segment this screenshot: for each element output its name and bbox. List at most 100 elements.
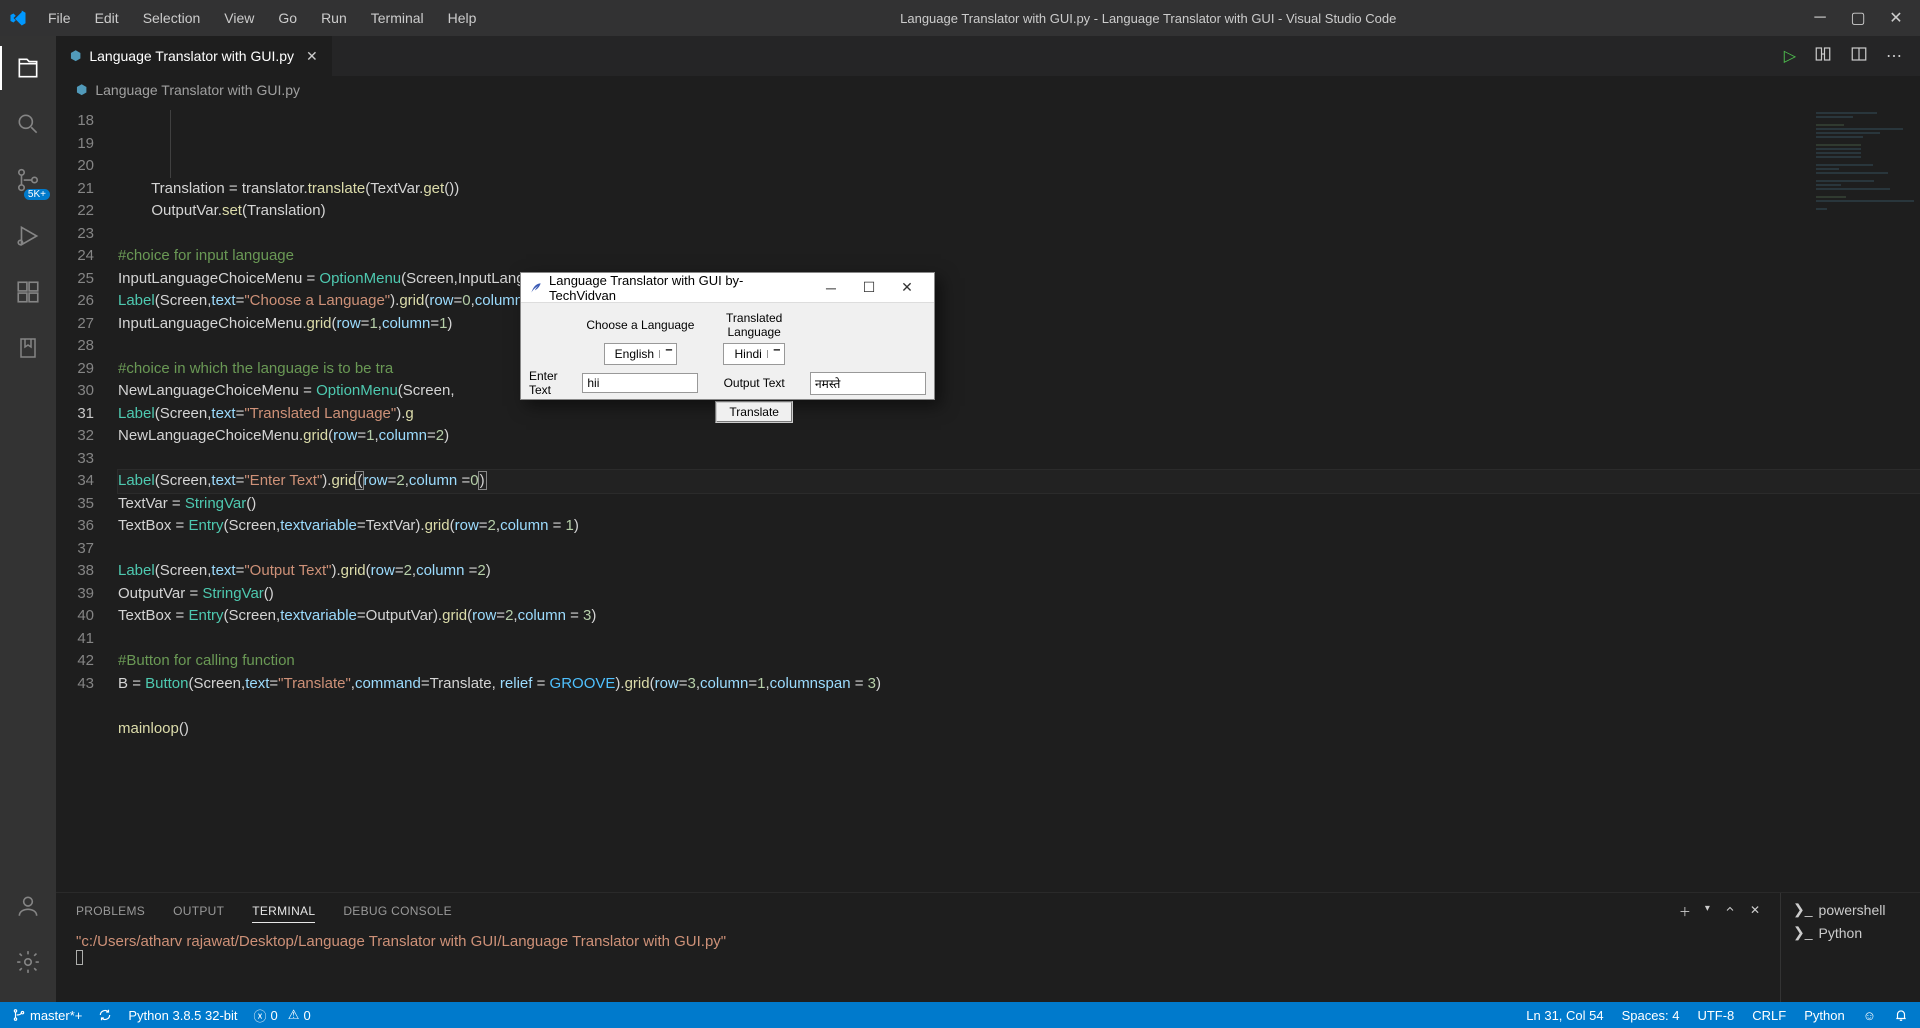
sb-position[interactable]: Ln 31, Col 54	[1526, 1008, 1603, 1023]
code-line[interactable]	[118, 538, 1920, 561]
output-text-label: Output Text	[702, 367, 806, 399]
code-line[interactable]: TextBox = Entry(Screen,textvariable=Text…	[118, 515, 1920, 538]
menu-help[interactable]: Help	[438, 6, 487, 30]
code-line[interactable]: #choice for input language	[118, 245, 1920, 268]
maximize-icon[interactable]: ▢	[1848, 8, 1868, 28]
source-control-icon[interactable]: 5K+	[12, 164, 44, 196]
accounts-icon[interactable]	[12, 890, 44, 922]
code-line[interactable]	[118, 628, 1920, 651]
python-file-icon: ⬢	[70, 48, 81, 64]
code-line[interactable]: InputLanguageChoiceMenu = OptionMenu(Scr…	[118, 268, 1920, 291]
sb-bell-icon[interactable]	[1894, 1008, 1908, 1023]
code-area[interactable]: Translation = translator.translate(TextV…	[118, 104, 1920, 892]
input-text-field[interactable]: hii	[582, 373, 698, 393]
breadcrumb-label: Language Translator with GUI.py	[95, 82, 300, 98]
panel-tab-problems[interactable]: PROBLEMS	[76, 900, 145, 922]
code-line[interactable]: NewLanguageChoiceMenu = OptionMenu(Scree…	[118, 380, 1920, 403]
run-debug-icon[interactable]	[12, 220, 44, 252]
panel-tab-terminal[interactable]: TERMINAL	[252, 900, 315, 923]
code-line[interactable]	[118, 335, 1920, 358]
sb-feedback-icon[interactable]: ☺	[1863, 1008, 1876, 1023]
split-editor-icon[interactable]	[1850, 45, 1868, 68]
terminal-instance[interactable]: ❯_Python	[1793, 924, 1908, 941]
panel-tab-output[interactable]: OUTPUT	[173, 900, 224, 922]
translate-button[interactable]: Translate	[715, 401, 793, 423]
maximize-panel-icon[interactable]	[1724, 903, 1736, 920]
code-line[interactable]: Label(Screen,text="Choose a Language").g…	[118, 290, 1920, 313]
code-line[interactable]: Translation = translator.translate(TextV…	[118, 178, 1920, 201]
sb-language[interactable]: Python	[1804, 1008, 1844, 1023]
terminal-instance[interactable]: ❯_powershell	[1793, 901, 1908, 918]
choose-language-label: Choose a Language	[578, 309, 702, 341]
more-actions-icon[interactable]: ⋯	[1886, 46, 1902, 66]
terminal-list: ❯_powershell ❯_Python	[1780, 893, 1920, 1002]
code-line[interactable]: OutputVar = StringVar()	[118, 583, 1920, 606]
terminal-body[interactable]: "c:/Users/atharv rajawat/Desktop/Languag…	[56, 929, 1780, 1002]
terminal-line: "c:/Users/atharv rajawat/Desktop/Languag…	[76, 933, 1760, 950]
run-icon[interactable]: ▷	[1784, 46, 1796, 66]
code-line[interactable]	[118, 740, 1920, 763]
tab-file[interactable]: ⬢ Language Translator with GUI.py ✕	[56, 36, 333, 76]
settings-gear-icon[interactable]	[12, 946, 44, 978]
sb-sync-icon[interactable]	[98, 1008, 112, 1022]
sb-eol[interactable]: CRLF	[1752, 1008, 1786, 1023]
sb-python[interactable]: Python 3.8.5 32-bit	[128, 1008, 237, 1023]
search-icon[interactable]	[12, 108, 44, 140]
popup-title: Language Translator with GUI by- TechVid…	[549, 273, 812, 303]
output-language-select[interactable]: Hindi ▔	[723, 343, 784, 365]
code-line[interactable]	[118, 695, 1920, 718]
vscode-logo-icon	[8, 8, 28, 28]
menu-terminal[interactable]: Terminal	[361, 6, 434, 30]
tkinter-window[interactable]: Language Translator with GUI by- TechVid…	[520, 272, 935, 400]
menu-selection[interactable]: Selection	[133, 6, 211, 30]
minimize-icon[interactable]: ─	[1810, 8, 1830, 28]
sb-problems[interactable]: ⓧ0 ⚠0	[254, 1006, 311, 1025]
code-line[interactable]: Label(Screen,text="Translated Language")…	[118, 403, 1920, 426]
explorer-icon[interactable]	[12, 52, 44, 84]
output-text-field[interactable]: नमस्ते	[810, 372, 926, 395]
code-line[interactable]: InputLanguageChoiceMenu.grid(row=1,colum…	[118, 313, 1920, 336]
tab-bar: ⬢ Language Translator with GUI.py ✕ ▷ ⋯	[56, 36, 1920, 76]
enter-text-label: Enter Text	[525, 367, 578, 399]
new-terminal-icon[interactable]: ＋	[1679, 903, 1691, 920]
code-line[interactable]: Label(Screen,text="Enter Text").grid(row…	[118, 470, 1920, 493]
input-language-select[interactable]: English ▔	[604, 343, 677, 365]
menu-go[interactable]: Go	[268, 6, 307, 30]
dropdown-icon[interactable]: ▾	[1705, 903, 1710, 920]
tab-close-icon[interactable]: ✕	[306, 48, 318, 65]
menu-view[interactable]: View	[214, 6, 264, 30]
popup-body: Choose a Language Translated Language En…	[521, 303, 934, 431]
code-line[interactable]: #Button for calling function	[118, 650, 1920, 673]
title-bar: FileEditSelectionViewGoRunTerminalHelp L…	[0, 0, 1920, 36]
breadcrumb[interactable]: ⬢ Language Translator with GUI.py	[56, 76, 1920, 104]
code-line[interactable]: TextBox = Entry(Screen,textvariable=Outp…	[118, 605, 1920, 628]
menu-run[interactable]: Run	[311, 6, 357, 30]
panel-tab-debug-console[interactable]: DEBUG CONSOLE	[343, 900, 452, 922]
close-icon[interactable]: ✕	[1886, 8, 1906, 28]
code-line[interactable]	[118, 223, 1920, 246]
code-line[interactable]: NewLanguageChoiceMenu.grid(row=1,column=…	[118, 425, 1920, 448]
popup-close-icon[interactable]: ✕	[888, 279, 926, 296]
status-bar: master*+ Python 3.8.5 32-bit ⓧ0 ⚠0 Ln 31…	[0, 1002, 1920, 1028]
bookmark-icon[interactable]	[12, 332, 44, 364]
close-panel-icon[interactable]: ✕	[1750, 903, 1760, 920]
sb-branch[interactable]: master*+	[12, 1008, 82, 1023]
sb-spaces[interactable]: Spaces: 4	[1622, 1008, 1680, 1023]
menu-edit[interactable]: Edit	[85, 6, 129, 30]
menu-file[interactable]: File	[38, 6, 81, 30]
compare-icon[interactable]	[1814, 45, 1832, 68]
extensions-icon[interactable]	[12, 276, 44, 308]
minimap[interactable]	[1810, 104, 1920, 304]
code-line[interactable]: TextVar = StringVar()	[118, 493, 1920, 516]
editor[interactable]: 1819202122232425262728293031323334353637…	[56, 104, 1920, 892]
code-line[interactable]: OutputVar.set(Translation)	[118, 200, 1920, 223]
sb-encoding[interactable]: UTF-8	[1697, 1008, 1734, 1023]
popup-maximize-icon[interactable]: ☐	[850, 279, 888, 296]
popup-titlebar[interactable]: Language Translator with GUI by- TechVid…	[521, 273, 934, 303]
code-line[interactable]: mainloop()	[118, 718, 1920, 741]
popup-minimize-icon[interactable]: ─	[812, 280, 850, 296]
code-line[interactable]	[118, 448, 1920, 471]
code-line[interactable]: B = Button(Screen,text="Translate",comma…	[118, 673, 1920, 696]
code-line[interactable]: #choice in which the language is to be t…	[118, 358, 1920, 381]
code-line[interactable]: Label(Screen,text="Output Text").grid(ro…	[118, 560, 1920, 583]
